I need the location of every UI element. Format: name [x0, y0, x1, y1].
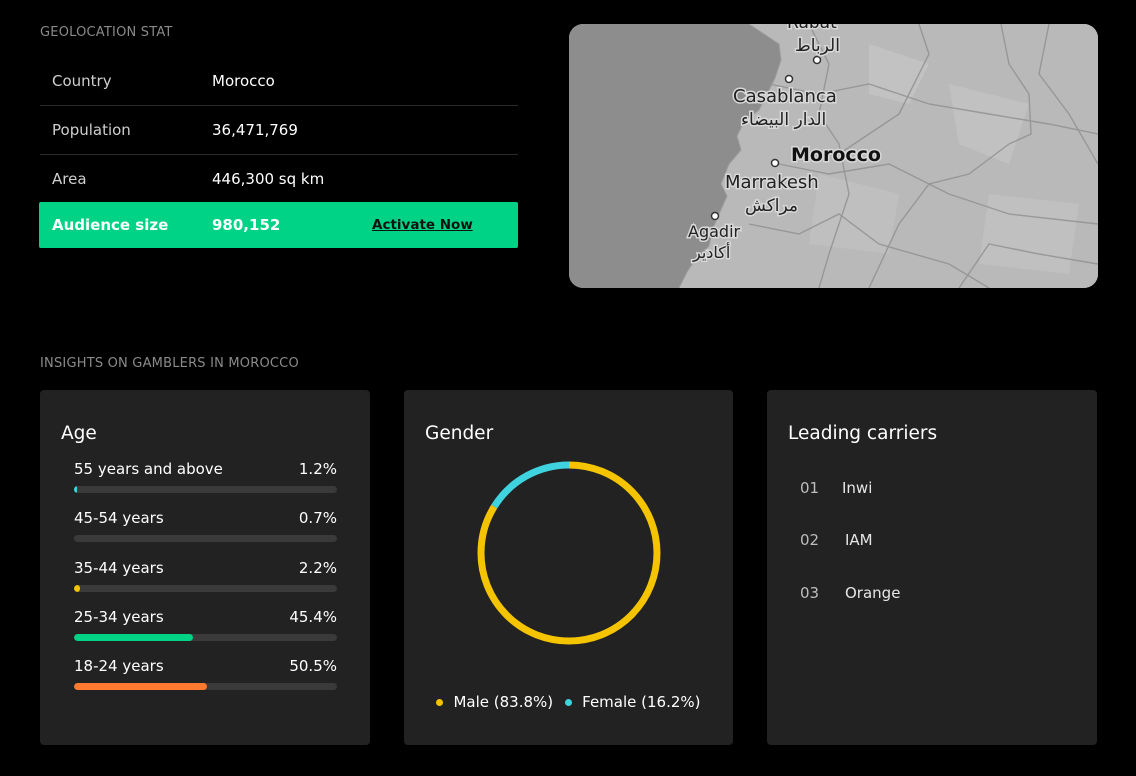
geo-row-country: Country Morocco — [40, 57, 518, 106]
legend-dot-female — [565, 698, 573, 706]
carrier-name: Orange — [845, 584, 901, 602]
carrier-item: 01 Inwi — [800, 479, 872, 497]
insights-section-label: INSIGHTS ON GAMBLERS IN MOROCCO — [40, 356, 299, 371]
age-bar-fill — [74, 683, 207, 690]
age-percent: 50.5% — [289, 657, 337, 675]
audience-size-row: Audience size 980,152 Activate Now — [39, 202, 518, 248]
geolocation-section-label: GEOLOCATION STAT — [40, 25, 173, 40]
age-label: 18-24 years — [74, 657, 164, 675]
map-label-rabat: Rabat — [787, 24, 837, 33]
gender-card: Gender Male (83.8%) Female (16.2%) — [404, 390, 733, 745]
map-label-rabat-ar: الرباط — [795, 36, 840, 56]
carrier-rank: 02 — [800, 531, 820, 549]
geo-key: Area — [52, 170, 87, 188]
audience-size-label: Audience size — [52, 216, 169, 234]
age-bar-fill — [74, 486, 78, 493]
legend-item-male: Male (83.8%) — [436, 693, 553, 711]
legend-label-female: Female (16.2%) — [582, 693, 701, 711]
age-percent: 1.2% — [298, 460, 337, 478]
carrier-item: 03 Orange — [800, 584, 900, 602]
geo-row-area: Area 446,300 sq km — [40, 155, 518, 203]
legend-item-female: Female (16.2%) — [565, 693, 701, 711]
map-label-marrakesh: Marrakesh — [725, 172, 819, 193]
age-percent: 0.7% — [298, 509, 337, 527]
carrier-name: IAM — [845, 531, 873, 549]
carrier-name: Inwi — [842, 479, 873, 497]
age-bar-fill — [74, 535, 76, 542]
legend-label-male: Male (83.8%) — [453, 693, 554, 711]
gender-donut-chart — [477, 461, 661, 645]
geo-row-population: Population 36,471,769 — [40, 106, 518, 155]
age-percent: 2.2% — [298, 559, 337, 577]
carriers-card-title: Leading carriers — [788, 423, 938, 444]
geo-key: Population — [52, 121, 131, 139]
carrier-rank: 03 — [800, 584, 820, 602]
age-bar-track — [74, 634, 337, 641]
geo-stat-table: Country Morocco Population 36,471,769 Ar… — [40, 57, 518, 203]
age-bar-track — [74, 535, 337, 542]
carrier-item: 02 IAM — [800, 531, 873, 549]
map-graphic: Rabat الرباط Casablanca الدار البيضاء Mo… — [569, 24, 1098, 288]
age-bar-fill — [74, 634, 194, 641]
carriers-card: Leading carriers 01 Inwi 02 IAM 03 Orange — [767, 390, 1097, 745]
geo-value: Morocco — [212, 72, 275, 90]
map-label-agadir: Agadir — [688, 222, 741, 241]
age-label: 35-44 years — [74, 559, 164, 577]
age-label: 55 years and above — [74, 460, 223, 478]
geo-key: Country — [52, 72, 112, 90]
carrier-rank: 01 — [800, 479, 820, 497]
age-card: Age 55 years and above 1.2% 45-54 years … — [40, 390, 370, 745]
age-label: 25-34 years — [74, 608, 164, 626]
audience-size-value: 980,152 — [212, 216, 281, 234]
activate-now-link[interactable]: Activate Now — [372, 217, 473, 233]
country-map[interactable]: Rabat الرباط Casablanca الدار البيضاء Mo… — [569, 24, 1098, 288]
map-label-casablanca-ar: الدار البيضاء — [741, 110, 826, 130]
geo-value: 446,300 sq km — [212, 170, 325, 188]
age-percent: 45.4% — [289, 608, 337, 626]
map-label-marrakesh-ar: مراكش — [745, 196, 798, 216]
age-bar-track — [74, 683, 337, 690]
age-label: 45-54 years — [74, 509, 164, 527]
age-bar-track — [74, 585, 337, 592]
geo-value: 36,471,769 — [212, 121, 298, 139]
map-label-casablanca: Casablanca — [733, 86, 837, 107]
legend-dot-male — [436, 698, 444, 706]
gender-card-title: Gender — [425, 423, 494, 444]
map-label-agadir-ar: أكادير — [692, 242, 730, 263]
map-label-country: Morocco — [791, 144, 881, 166]
gender-legend: Male (83.8%) Female (16.2%) — [404, 693, 733, 711]
age-card-title: Age — [61, 423, 97, 444]
age-bar-track — [74, 486, 337, 493]
age-bar-fill — [74, 585, 80, 592]
